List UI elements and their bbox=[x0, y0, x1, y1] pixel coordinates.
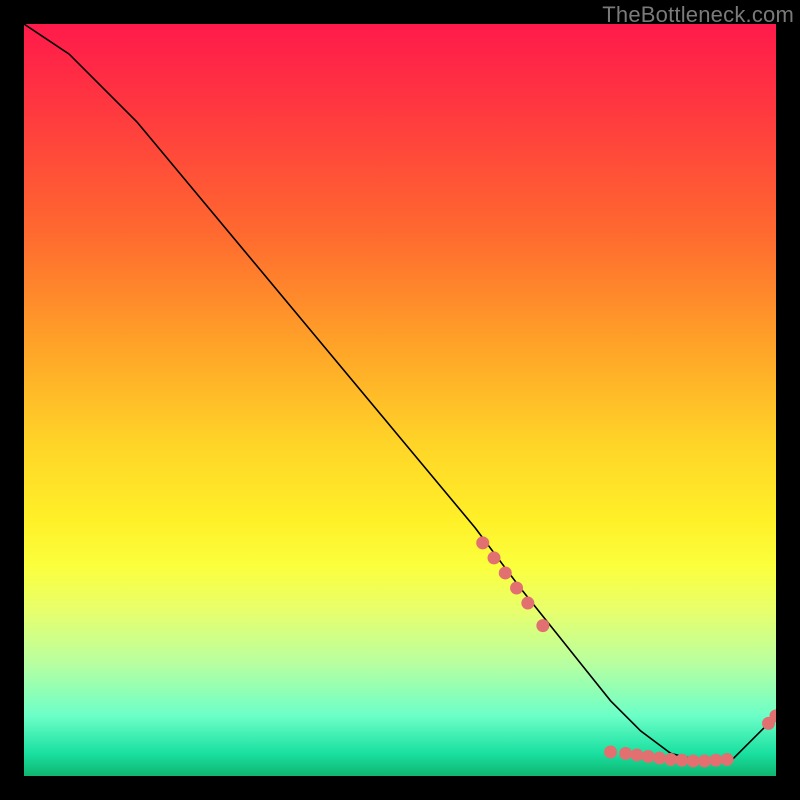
scatter-point bbox=[676, 754, 689, 767]
scatter-point bbox=[521, 597, 534, 610]
scatter-point bbox=[709, 754, 722, 767]
scatter-points-group bbox=[476, 536, 776, 767]
scatter-point bbox=[642, 750, 655, 763]
scatter-point bbox=[510, 582, 523, 595]
scatter-point bbox=[721, 753, 734, 766]
bottleneck-curve-line bbox=[24, 24, 776, 761]
chart-container: TheBottleneck.com bbox=[0, 0, 800, 800]
scatter-point bbox=[488, 551, 501, 564]
scatter-point bbox=[664, 753, 677, 766]
scatter-point bbox=[619, 747, 632, 760]
scatter-point bbox=[604, 745, 617, 758]
watermark-text: TheBottleneck.com bbox=[602, 2, 794, 28]
scatter-point bbox=[476, 536, 489, 549]
scatter-point bbox=[499, 566, 512, 579]
scatter-point bbox=[536, 619, 549, 632]
scatter-point bbox=[687, 754, 700, 767]
scatter-point bbox=[698, 754, 711, 767]
scatter-point bbox=[630, 748, 643, 761]
chart-svg-layer bbox=[24, 24, 776, 776]
scatter-point bbox=[653, 751, 666, 764]
